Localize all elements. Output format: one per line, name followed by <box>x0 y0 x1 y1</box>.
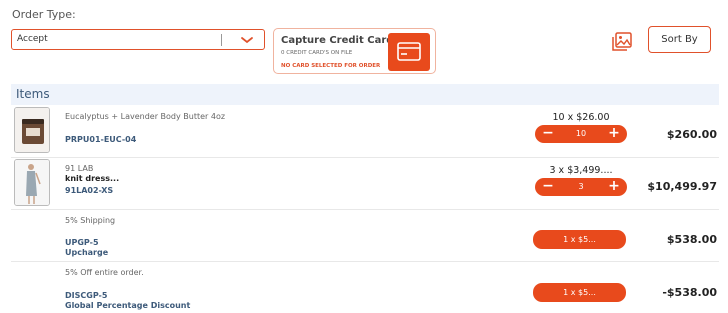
credit-card-icon <box>397 42 421 61</box>
decrement-button[interactable]: − <box>538 178 558 196</box>
item-name: knit dress... <box>65 174 120 183</box>
product-thumbnail[interactable] <box>14 159 50 206</box>
item-sku-description: Upcharge <box>65 248 109 257</box>
capture-card-title: Capture Credit Card <box>281 35 394 46</box>
qty-price-button[interactable]: 1 x $5... <box>533 283 626 302</box>
item-sku: DISCGP-5 <box>65 291 108 300</box>
capture-credit-card-panel: Capture Credit Card 0 CREDIT CARD'S ON F… <box>273 28 436 74</box>
item-brand: 91 LAB <box>65 164 94 173</box>
item-description: 5% Shipping <box>65 216 116 225</box>
qty-price-text: 3 x $3,499.... <box>549 165 613 176</box>
item-sku: PRPU01-EUC-04 <box>65 135 137 144</box>
cards-on-file-text: 0 CREDIT CARD'S ON FILE <box>281 50 353 56</box>
qty-price-text: 10 x $26.00 <box>552 112 610 123</box>
knit-dress-image <box>15 160 49 205</box>
line-total: $10,499.97 <box>647 180 717 193</box>
order-type-select[interactable]: Accept <box>11 29 265 50</box>
item-sku: 91LA02-XS <box>65 186 114 195</box>
quantity-value[interactable]: 3 <box>563 178 599 196</box>
item-sku: UPGP-5 <box>65 238 99 247</box>
body-butter-jar-image <box>15 108 49 152</box>
order-type-value: Accept <box>17 34 48 44</box>
product-thumbnail[interactable] <box>14 107 50 153</box>
item-row: 91 LAB knit dress... 91LA02-XS 3 x $3,49… <box>11 158 719 210</box>
quantity-value[interactable]: 10 <box>563 125 599 143</box>
image-gallery-icon[interactable] <box>611 32 633 52</box>
items-section-header: Items <box>11 84 719 105</box>
item-row: 5% Off entire order. DISCGP-5 Global Per… <box>11 262 719 313</box>
decrement-button[interactable]: − <box>538 125 558 143</box>
qty-price-button[interactable]: 1 x $5... <box>533 230 626 249</box>
quantity-stepper: − 3 + <box>535 178 627 196</box>
line-total: $538.00 <box>666 233 717 246</box>
no-card-warning: NO CARD SELECTED FOR ORDER <box>281 63 381 69</box>
item-row: Eucalyptus + Lavender Body Butter 4oz PR… <box>11 105 719 158</box>
line-total: $260.00 <box>666 128 717 141</box>
select-divider <box>221 34 222 46</box>
order-type-label: Order Type: <box>12 8 76 21</box>
quantity-stepper: − 10 + <box>535 125 627 143</box>
capture-card-button[interactable] <box>388 33 430 71</box>
item-description: 5% Off entire order. <box>65 268 144 277</box>
item-description: Eucalyptus + Lavender Body Butter 4oz <box>65 112 226 121</box>
sort-by-button[interactable]: Sort By <box>648 26 711 53</box>
item-row: 5% Shipping UPGP-5 Upcharge 1 x $5... $5… <box>11 210 719 262</box>
items-title: Items <box>16 87 50 101</box>
line-total: -$538.00 <box>662 286 717 299</box>
chevron-down-icon[interactable] <box>240 35 254 45</box>
item-sku-description: Global Percentage Discount <box>65 301 191 310</box>
